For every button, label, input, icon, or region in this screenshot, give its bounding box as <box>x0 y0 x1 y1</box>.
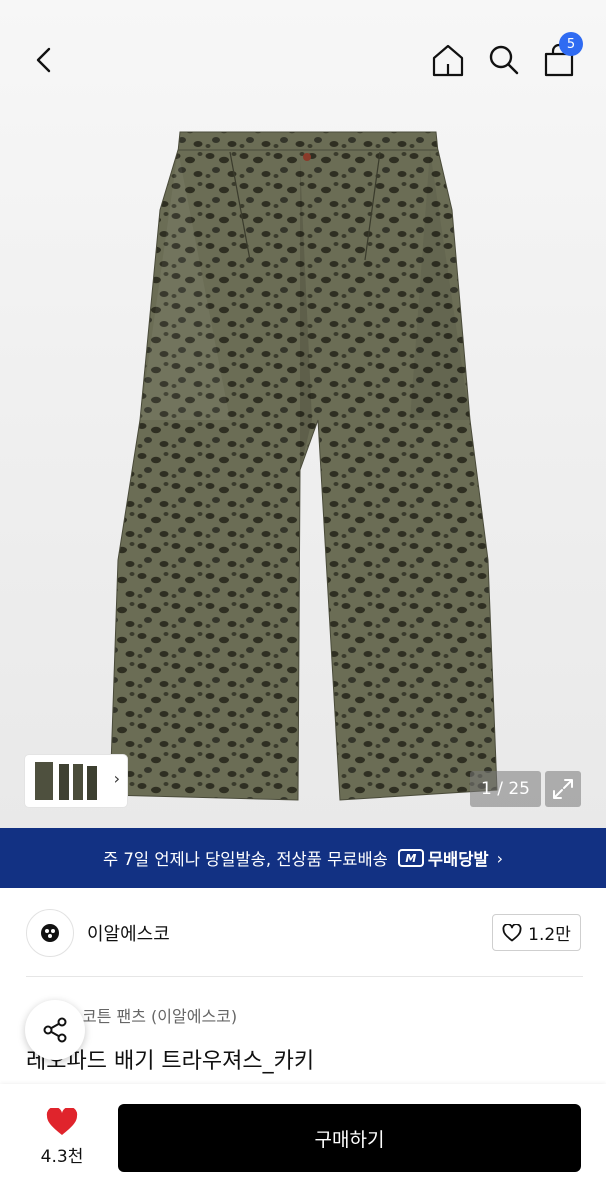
brand-logo-mark <box>41 924 59 942</box>
chevron-left-icon <box>36 47 51 73</box>
cart-count-badge: 5 <box>559 32 583 56</box>
like-button[interactable]: 4.3천 <box>30 1108 94 1170</box>
home-button[interactable] <box>426 38 470 82</box>
image-counter: 1 / 25 <box>470 771 541 807</box>
home-icon <box>432 44 464 77</box>
brand-like-button[interactable]: 1.2만 <box>492 914 581 951</box>
heart-filled-icon <box>46 1108 78 1135</box>
search-button[interactable] <box>482 38 526 82</box>
bottom-action-bar: 4.3천 구매하기 <box>0 1084 606 1200</box>
chevron-right-icon: › <box>496 848 503 868</box>
thumbnail-strip[interactable]: › <box>25 755 127 807</box>
product-image <box>109 131 498 801</box>
like-count: 4.3천 <box>40 1147 84 1167</box>
share-icon <box>43 1017 67 1043</box>
cart-button[interactable]: 5 <box>537 32 583 82</box>
expand-icon <box>553 779 573 799</box>
buy-button[interactable]: 구매하기 <box>118 1104 581 1172</box>
thumbnail-image <box>35 762 97 800</box>
back-button[interactable] <box>22 38 66 82</box>
product-image-gallery[interactable]: 5 › 1 / 25 <box>0 0 606 828</box>
share-button[interactable] <box>25 1000 85 1060</box>
promo-text: 주 7일 언제나 당일발송, 전상품 무료배송 <box>103 850 388 869</box>
search-icon <box>489 45 519 75</box>
fullscreen-button[interactable] <box>545 771 581 807</box>
brand-row: 이알에스코 1.2만 <box>0 889 606 977</box>
promo-badge-label: 무배당발 <box>427 850 489 869</box>
brand-like-count: 1.2만 <box>528 925 571 945</box>
heart-outline-icon <box>502 923 522 941</box>
divider <box>26 976 583 977</box>
shipping-promo-banner[interactable]: 주 7일 언제나 당일발송, 전상품 무료배송 M 무배당발 › <box>0 828 606 888</box>
top-navigation: 5 <box>0 0 606 110</box>
chevron-right-icon: › <box>113 769 120 788</box>
product-category[interactable]: 코튼 팬츠 (이알에스코) <box>82 1003 237 1027</box>
delivery-truck-icon: M <box>397 849 424 867</box>
brand-name[interactable]: 이알에스코 <box>87 920 170 946</box>
free-shipping-badge: M 무배당발 <box>397 846 489 870</box>
brand-logo[interactable] <box>26 909 74 957</box>
